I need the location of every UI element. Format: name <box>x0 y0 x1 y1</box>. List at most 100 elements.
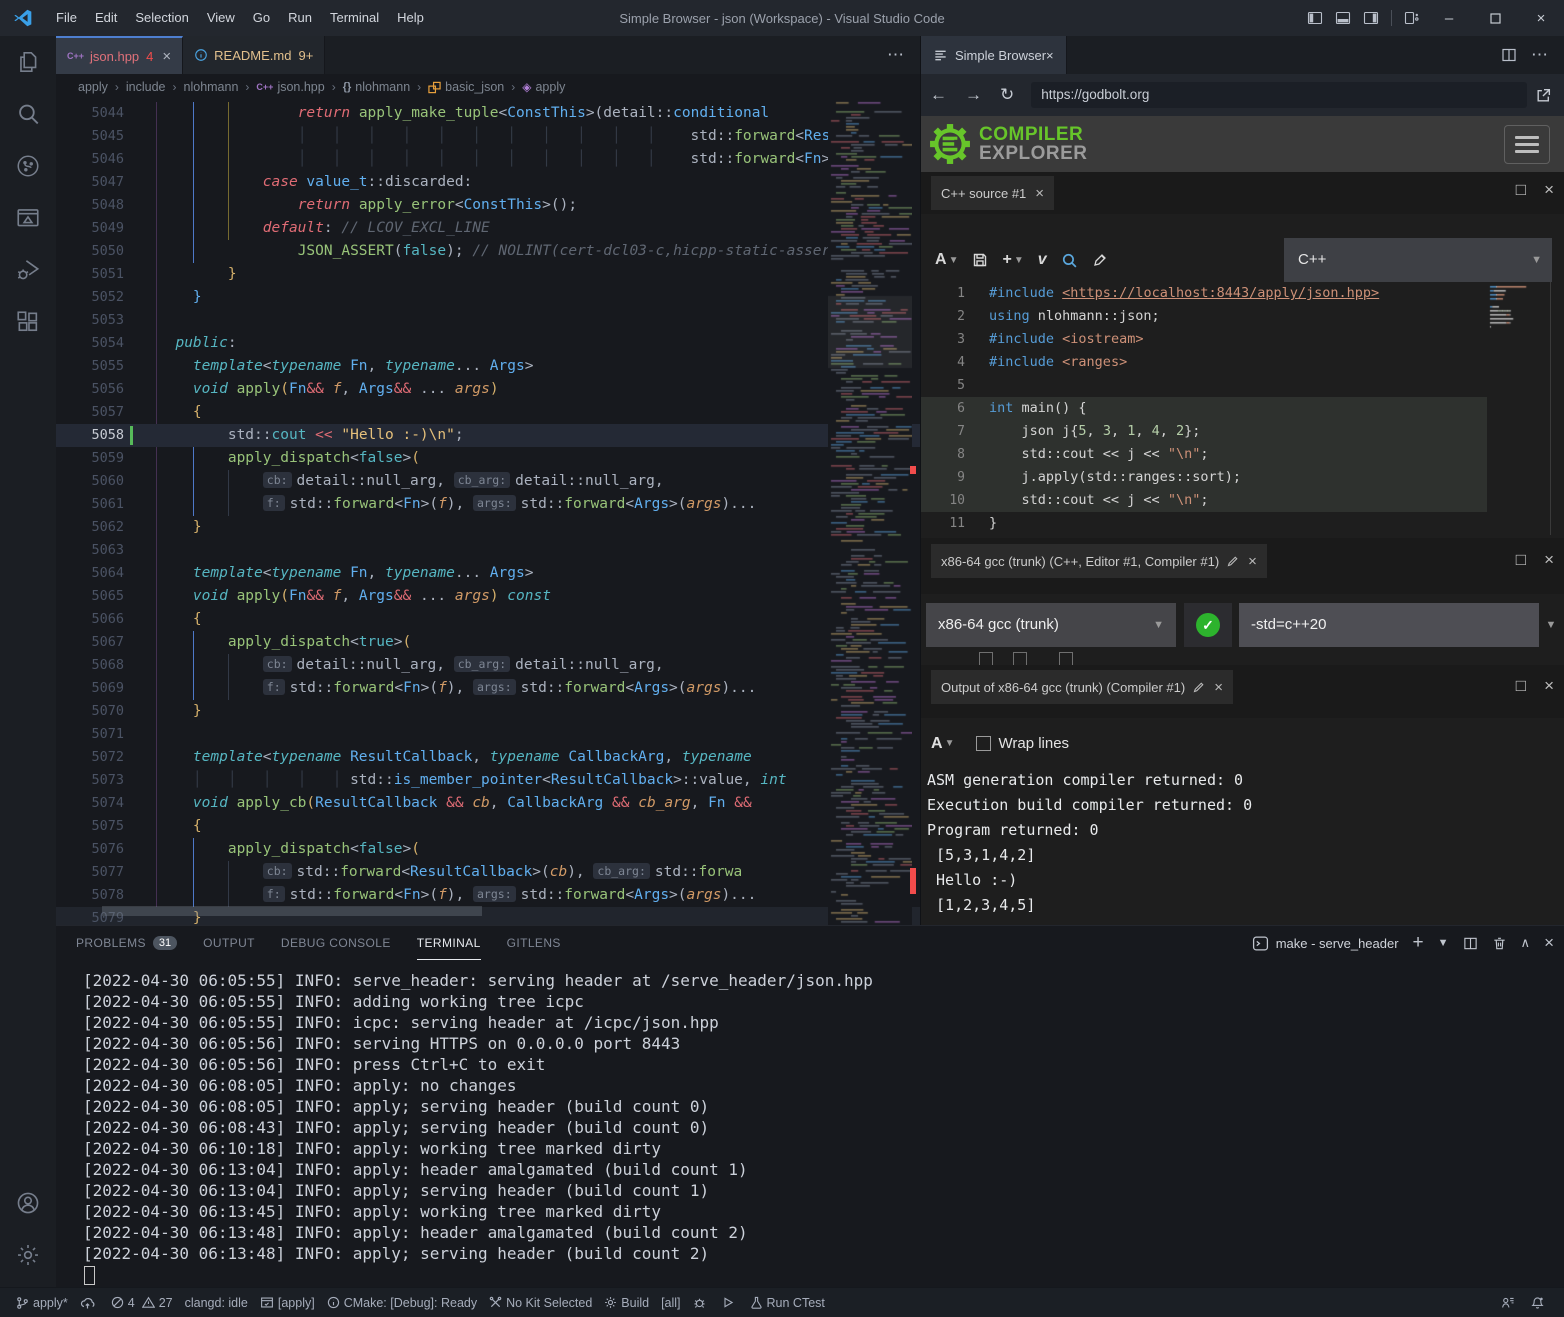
breadcrumb-item-basic_json[interactable]: basic_json <box>428 80 504 94</box>
panel-tab-problems[interactable]: PROBLEMS31 <box>76 926 177 960</box>
breadcrumb-item-nlohmann[interactable]: nlohmann <box>184 80 239 94</box>
godbolt-scrollbar[interactable] <box>1550 282 1551 535</box>
maximize-panel-icon[interactable]: ∧ <box>1521 935 1531 951</box>
compiler-tab[interactable]: x86-64 gcc (trunk) (C++, Editor #1, Comp… <box>931 544 1267 578</box>
code-line[interactable]: 5053 <box>56 309 920 332</box>
close-icon[interactable]: × <box>1035 185 1044 202</box>
wrap-lines-checkbox[interactable] <box>976 736 991 751</box>
format-icon[interactable] <box>1092 252 1108 268</box>
more-actions-icon[interactable]: ⋯ <box>1523 45 1556 65</box>
godbolt-code-line[interactable]: 11} <box>921 512 1487 535</box>
status-cmake-status[interactable]: CMake: [Debug]: Ready <box>321 1289 483 1317</box>
settings-icon[interactable] <box>0 1229 56 1281</box>
godbolt-code-line[interactable]: 4#include <ranges> <box>921 351 1487 374</box>
code-line[interactable]: 5060 cb:detail::null_arg, cb_arg:detail:… <box>56 470 920 493</box>
code-line[interactable]: 5045 │ │ │ │ │ │ │ │ │ │ │ std::forward<… <box>56 125 920 148</box>
code-line[interactable]: 5074 void apply_cb(ResultCallback && cb,… <box>56 792 920 815</box>
close-button[interactable]: × <box>1518 0 1564 36</box>
menu-edit[interactable]: Edit <box>86 0 126 36</box>
hamburger-menu-icon[interactable] <box>1504 125 1550 164</box>
code-line[interactable]: 5062 } <box>56 516 920 539</box>
breadcrumb[interactable]: apply›include›nlohmann›C++json.hpp›{}nlo… <box>56 74 920 100</box>
toggle-primary-sidebar-icon[interactable] <box>1301 0 1329 36</box>
terminal-dropdown-icon[interactable]: ▼ <box>1438 937 1449 949</box>
panel-tab-debug-console[interactable]: DEBUG CONSOLE <box>281 926 391 960</box>
status-kit-status[interactable]: No Kit Selected <box>483 1289 598 1317</box>
status-sync-status[interactable] <box>74 1289 105 1317</box>
menu-terminal[interactable]: Terminal <box>321 0 388 36</box>
status-clangd-status[interactable]: clangd: idle <box>179 1289 254 1317</box>
status-ctest-button[interactable]: Run CTest <box>744 1289 831 1317</box>
menu-go[interactable]: Go <box>244 0 279 36</box>
breadcrumb-item-include[interactable]: include <box>126 80 166 94</box>
back-icon[interactable]: ← <box>921 85 956 105</box>
split-editor-icon[interactable] <box>1495 37 1523 73</box>
panel-tab-output[interactable]: OUTPUT <box>203 926 255 960</box>
status-build-button[interactable]: Build <box>598 1289 655 1317</box>
close-icon[interactable]: × <box>1046 48 1054 63</box>
breadcrumb-item-json.hpp[interactable]: C++json.hpp <box>256 80 324 94</box>
status-problems-status[interactable]: 427 <box>105 1289 179 1317</box>
rename-icon[interactable] <box>1193 681 1205 693</box>
status-branch-status[interactable]: apply* <box>10 1289 74 1317</box>
panel-tab-gitlens[interactable]: GITLENS <box>507 926 561 960</box>
debug-icon[interactable] <box>0 244 56 296</box>
code-line[interactable]: 5048 return apply_error<ConstThis>(); <box>56 194 920 217</box>
close-pane-icon[interactable]: × <box>1544 676 1554 696</box>
search-icon[interactable] <box>0 88 56 140</box>
source-control-icon[interactable] <box>0 140 56 192</box>
language-select[interactable]: C++▼ <box>1284 238 1552 282</box>
code-line[interactable]: 5047 case value_t::discarded: <box>56 171 920 194</box>
tab-README.md[interactable]: README.md9+ <box>183 36 325 74</box>
code-line[interactable]: 5068 cb:detail::null_arg, cb_arg:detail:… <box>56 654 920 677</box>
close-panel-icon[interactable]: × <box>1544 933 1554 953</box>
godbolt-code-line[interactable]: 6int main() { <box>921 397 1487 420</box>
source-tab[interactable]: C++ source #1 × <box>931 176 1054 210</box>
code-line[interactable]: 5065 void apply(Fn&& f, Args&& ... args)… <box>56 585 920 608</box>
toggle-secondary-sidebar-icon[interactable] <box>1357 0 1385 36</box>
godbolt-code-line[interactable]: 10 std::cout << j << "\n"; <box>921 489 1487 512</box>
save-icon[interactable] <box>972 252 988 268</box>
status-launch-button[interactable] <box>716 1289 744 1317</box>
maximize-pane-icon[interactable]: □ <box>1516 550 1526 570</box>
code-line[interactable]: 5072 template<typename ResultCallback, t… <box>56 746 920 769</box>
code-line[interactable]: 5052 } <box>56 286 920 309</box>
more-actions-icon[interactable]: ⋯ <box>879 45 912 65</box>
code-line[interactable]: 5063 <box>56 539 920 562</box>
godbolt-code-line[interactable]: 1#include <https://localhost:8443/apply/… <box>921 282 1487 305</box>
code-line[interactable]: 5069 f:std::forward<Fn>(f), args:std::fo… <box>56 677 920 700</box>
url-input[interactable]: https://godbolt.org <box>1031 82 1527 108</box>
font-size-icon[interactable]: A▼ <box>931 735 954 753</box>
code-line[interactable]: 5049 default: // LCOV_EXCL_LINE <box>56 217 920 240</box>
status-build-target[interactable]: [all] <box>655 1289 686 1317</box>
close-icon[interactable]: × <box>1214 679 1223 696</box>
compiler-options-input[interactable]: -std=c++20 <box>1239 603 1539 647</box>
status-feedback[interactable] <box>1495 1289 1525 1317</box>
close-pane-icon[interactable]: × <box>1544 550 1554 570</box>
forward-icon[interactable]: → <box>956 85 991 105</box>
maximize-pane-icon[interactable]: □ <box>1516 676 1526 696</box>
maximize-pane-icon[interactable]: □ <box>1516 180 1526 200</box>
status-folder-status[interactable]: [apply] <box>254 1289 321 1317</box>
breadcrumb-item-apply[interactable]: ◈apply <box>522 80 565 94</box>
status-notifications[interactable] <box>1525 1289 1554 1317</box>
code-line[interactable]: 5061 f:std::forward<Fn>(f), args:std::fo… <box>56 493 920 516</box>
menu-view[interactable]: View <box>198 0 244 36</box>
terminal-output[interactable]: [2022-04-30 06:05:55] INFO: serve_header… <box>83 970 1560 1285</box>
godbolt-code-line[interactable]: 5 <box>921 374 1487 397</box>
code-line[interactable]: 5044 return apply_make_tuple<ConstThis>(… <box>56 102 920 125</box>
compiler-select[interactable]: x86-64 gcc (trunk)▼ <box>926 603 1176 647</box>
panel-tab-terminal[interactable]: TERMINAL <box>417 926 481 960</box>
code-line[interactable]: 5071 <box>56 723 920 746</box>
code-line[interactable]: 5078 f:std::forward<Fn>(f), args:std::fo… <box>56 884 920 907</box>
add-pane-icon[interactable]: +▼ <box>1002 251 1023 269</box>
code-line[interactable]: 5076 apply_dispatch<false>( <box>56 838 920 861</box>
menu-help[interactable]: Help <box>388 0 433 36</box>
tab-json.hpp[interactable]: C++json.hpp4× <box>56 36 183 74</box>
code-line[interactable]: 5064 template<typename Fn, typename... A… <box>56 562 920 585</box>
godbolt-code-line[interactable]: 3#include <iostream> <box>921 328 1487 351</box>
code-line[interactable]: 5077 cb:std::forward<ResultCallback>(cb)… <box>56 861 920 884</box>
font-size-icon[interactable]: A▼ <box>935 251 958 269</box>
code-line[interactable]: 5067 apply_dispatch<true>( <box>56 631 920 654</box>
output-tab[interactable]: Output of x86-64 gcc (trunk) (Compiler #… <box>931 670 1233 704</box>
